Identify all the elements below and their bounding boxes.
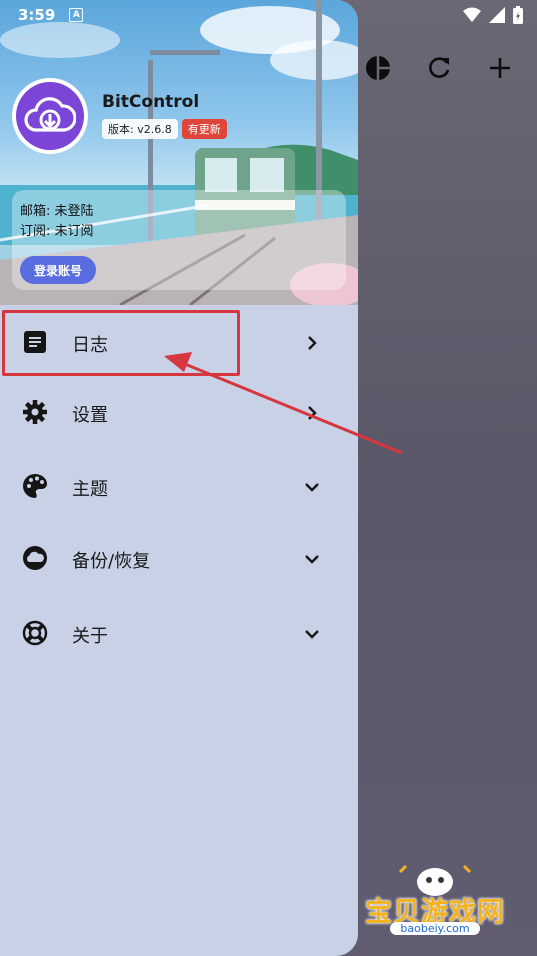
- app-name: BitControl: [102, 92, 200, 112]
- subscription-label: 订阅: 未订阅: [20, 224, 94, 239]
- system-status-icons: [463, 6, 523, 24]
- update-badge[interactable]: 有更新: [181, 119, 227, 139]
- status-notification-badge: A: [69, 8, 84, 22]
- watermark-url: baobeiy.com: [390, 922, 480, 935]
- gear-icon: [23, 400, 47, 424]
- chevron-right-icon: [308, 406, 317, 420]
- chevron-down-icon: [305, 483, 319, 492]
- menu-item-label: 关于: [72, 626, 108, 647]
- cloud-download-icon: [16, 82, 84, 150]
- main-toolbar: [358, 48, 537, 88]
- palette-icon: [23, 474, 47, 498]
- version-row: 版本: v2.6.8 有更新: [102, 119, 227, 139]
- add-icon[interactable]: [486, 54, 514, 82]
- menu-item-about[interactable]: 关于: [0, 600, 358, 664]
- account-info-card: 邮箱: 未登陆 订阅: 未订阅 登录账号: [12, 190, 346, 290]
- menu-item-backup-restore[interactable]: 备份/恢复: [0, 525, 358, 589]
- menu-item-label: 设置: [72, 405, 108, 426]
- menu-item-label: 备份/恢复: [72, 551, 151, 572]
- lifebuoy-icon: [22, 620, 48, 646]
- menu-item-theme[interactable]: 主题: [0, 453, 358, 517]
- cloud-icon: [23, 546, 47, 570]
- status-bar: 3:59 A: [18, 6, 84, 24]
- annotation-highlight-box: [2, 310, 240, 376]
- chevron-right-icon: [308, 336, 317, 350]
- watermark-logo: 宝贝游戏网 baobeiy.com: [360, 860, 510, 945]
- drawer-header: 3:59 A BitControl 版本: v2.6.8 有更新 邮箱: 未登陆…: [0, 0, 358, 305]
- pie-chart-icon[interactable]: [364, 54, 392, 82]
- app-avatar[interactable]: [12, 78, 88, 154]
- chevron-down-icon: [305, 630, 319, 639]
- menu-item-label: 主题: [72, 479, 108, 500]
- status-time: 3:59: [18, 6, 56, 24]
- navigation-drawer: 3:59 A BitControl 版本: v2.6.8 有更新 邮箱: 未登陆…: [0, 0, 358, 956]
- battery-icon: [513, 6, 523, 24]
- login-button[interactable]: 登录账号: [20, 256, 96, 284]
- menu-item-settings[interactable]: 设置: [0, 379, 358, 443]
- chevron-down-icon: [305, 555, 319, 564]
- wifi-icon: [463, 7, 481, 22]
- refresh-icon[interactable]: [426, 54, 454, 82]
- email-label: 邮箱: 未登陆: [20, 204, 94, 219]
- version-tag: 版本: v2.6.8: [102, 119, 178, 139]
- signal-icon: [489, 7, 505, 23]
